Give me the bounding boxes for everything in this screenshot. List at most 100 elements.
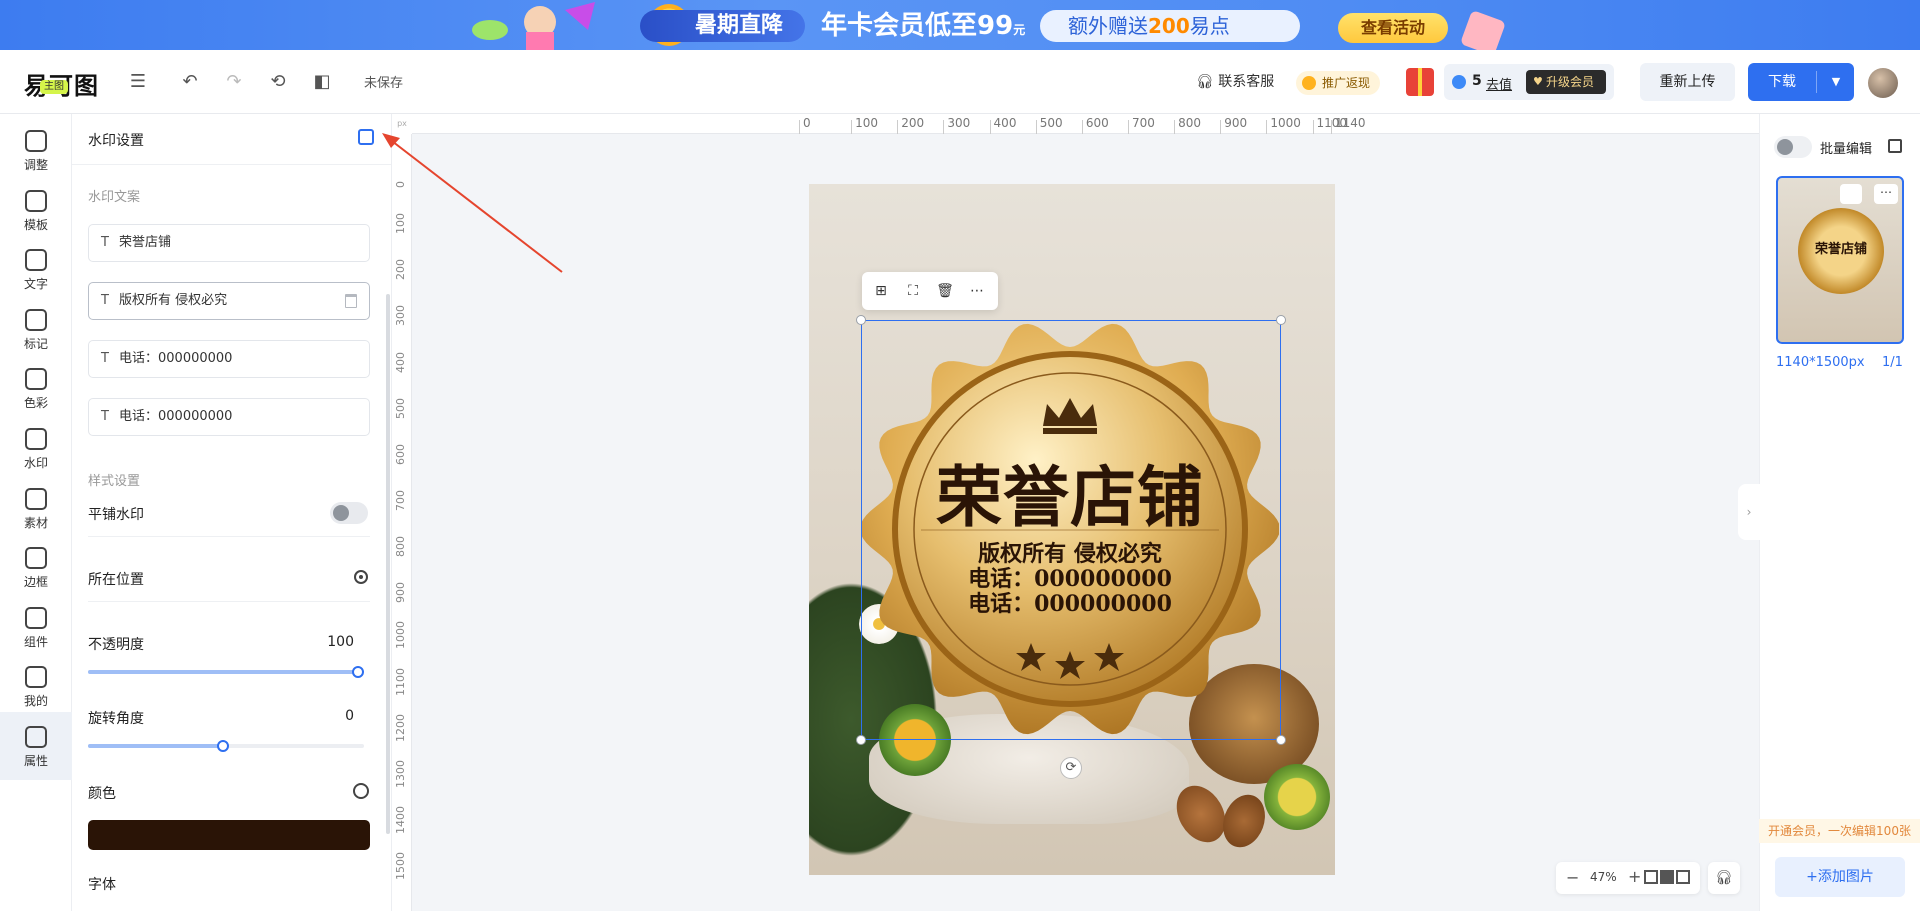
actual-size-icon[interactable] <box>1660 870 1674 884</box>
resize-handle[interactable] <box>1276 315 1286 325</box>
reupload-button[interactable]: 重新上传 <box>1640 63 1735 101</box>
rail-item-text[interactable]: 文字 <box>0 235 72 303</box>
fit-screen-icon[interactable] <box>1644 870 1658 884</box>
tool-rail: 调整模板文字 标记 色彩水印素材边框组件我的属性 <box>0 114 72 911</box>
batch-edit-toggle[interactable] <box>1774 136 1812 158</box>
ruler-tick-label: 300 <box>394 305 407 327</box>
help-headset-icon[interactable]: 🎧︎ <box>1708 862 1740 894</box>
delete-icon[interactable]: 🗑︎ <box>936 282 954 300</box>
tile-watermark-toggle[interactable] <box>330 502 368 524</box>
rail-item-component-cube[interactable]: 组件 <box>0 593 72 661</box>
ruler-tick-label: 1200 <box>394 713 407 742</box>
rotation-value[interactable]: 0 <box>304 708 354 724</box>
palette-icon[interactable] <box>353 783 369 799</box>
opacity-slider[interactable] <box>88 666 364 678</box>
contact-support-link[interactable]: 🎧︎ 联系客服 <box>1196 71 1274 91</box>
more-icon[interactable]: ⋯ <box>968 282 986 300</box>
banner-pill-bonus: 额外赠送200易点 <box>1040 10 1300 42</box>
ruler-tick-label: 700 <box>394 489 407 511</box>
font-label: 字体 <box>88 877 116 893</box>
compare-icon[interactable]: ◧ <box>310 70 334 94</box>
rail-item-sliders[interactable]: 调整 <box>0 116 72 184</box>
material-icon <box>25 487 47 510</box>
upgrade-vip-button[interactable]: 升级会员 <box>1526 70 1606 94</box>
rail-item-label: 组件 <box>23 634 48 649</box>
points-widget: 5 去值 升级会员 <box>1444 64 1614 100</box>
banner-pill-discount: 暑期直降 <box>640 10 805 42</box>
ruler-tick-label: 1000 <box>1266 116 1301 134</box>
rail-item-label: 素材 <box>23 515 48 530</box>
rail-item-template-grid[interactable]: 模板 <box>0 176 72 244</box>
rail-item-label: 模板 <box>23 217 48 232</box>
page-thumbnail[interactable]: 荣誉店铺 ⋯ <box>1776 176 1904 344</box>
banner-pill-annual: 年卡会员低至99元 <box>821 11 1026 41</box>
zoom-out-icon[interactable]: − <box>1566 868 1579 887</box>
target-icon[interactable] <box>354 570 368 584</box>
promo-banner[interactable]: 暑期直降 年卡会员低至99元 额外赠送200易点 查看活动 <box>0 0 1920 50</box>
delete-icon[interactable] <box>345 294 357 308</box>
points-count: 5 <box>1472 73 1482 89</box>
annotation-arrow <box>382 133 563 273</box>
crop-icon[interactable]: ⛶ <box>904 282 922 300</box>
resize-handle[interactable] <box>856 735 866 745</box>
resize-handle[interactable] <box>856 315 866 325</box>
referral-cashback-button[interactable]: 推广返现 <box>1296 71 1381 95</box>
zoom-in-icon[interactable]: + <box>1628 867 1641 886</box>
rail-item-stamp[interactable]: 水印 <box>0 414 72 482</box>
gift-box-icon <box>1459 9 1507 50</box>
copy-page-icon[interactable] <box>1840 184 1862 204</box>
add-image-button[interactable]: +添加图片 <box>1775 857 1905 897</box>
batch-edit-label: 批量编辑 <box>1820 142 1873 157</box>
save-preset-icon[interactable] <box>358 129 374 145</box>
ruler-tick-label: 500 <box>394 397 407 419</box>
vip-batch-note[interactable]: 开通会员，一次编辑100张 <box>1759 819 1920 843</box>
recharge-link[interactable]: 去值 <box>1486 74 1512 93</box>
rail-item-border[interactable]: 边框 <box>0 533 72 601</box>
grid-view-icon[interactable] <box>1888 139 1902 153</box>
slider-thumb[interactable] <box>217 740 229 752</box>
view-campaign-button[interactable]: 查看活动 <box>1338 13 1448 43</box>
palette-icon <box>25 368 47 391</box>
rail-item-user[interactable]: 我的 <box>0 652 72 720</box>
gift-icon[interactable] <box>1406 68 1434 96</box>
zoom-level[interactable]: 47% <box>1590 870 1617 884</box>
slider-thumb[interactable] <box>352 666 364 678</box>
expand-icon[interactable] <box>1676 870 1690 884</box>
watermark-text-item[interactable]: T 版权所有 侵权必究 <box>88 282 370 320</box>
chevron-down-icon[interactable]: ▼ <box>1818 63 1854 101</box>
download-button[interactable]: 下载 ▼ <box>1748 63 1854 101</box>
rail-item-material[interactable]: 素材 <box>0 474 72 542</box>
undo-icon[interactable]: ↶ <box>178 70 202 94</box>
rail-item-label: 属性 <box>23 754 48 768</box>
border-icon <box>25 547 47 570</box>
page-counter: 1/1 <box>1882 355 1903 370</box>
resize-handle[interactable] <box>1276 735 1286 745</box>
avatar[interactable] <box>1868 68 1898 98</box>
ruler-tick-label: 500 <box>1035 116 1063 134</box>
rotation-slider[interactable] <box>88 740 364 752</box>
rail-item-palette[interactable]: 色彩 <box>0 354 72 422</box>
reset-icon[interactable]: ⟲ <box>266 70 290 94</box>
collapse-right-button[interactable]: › <box>1738 484 1760 540</box>
more-icon[interactable]: ⋯ <box>1874 184 1898 204</box>
replace-image-icon[interactable]: ⊞ <box>872 282 890 300</box>
element-toolbar: ⊞ ⛶ 🗑︎ ⋯ <box>862 272 998 310</box>
rail-item-label: 水印 <box>23 456 48 470</box>
rail-item-layers[interactable]: 属性 <box>0 712 72 780</box>
selection-box[interactable] <box>861 320 1281 740</box>
redo-icon[interactable]: ↷ <box>222 70 246 94</box>
ruler-tick-label: 200 <box>897 116 925 134</box>
watermark-text-item[interactable]: T 电话：000000000 <box>88 340 370 378</box>
rotate-handle-icon[interactable]: ⟳ <box>1060 757 1082 779</box>
watermark-settings-panel: 水印设置 水印文案 T 荣誉店铺 T 版权所有 侵权必究 T 电话：000000000… <box>72 114 392 911</box>
ruler-tick-label: 600 <box>394 443 407 465</box>
watermark-text-item[interactable]: T 荣誉店铺 <box>88 224 370 262</box>
menu-icon[interactable]: ☰ <box>126 70 150 94</box>
color-swatch[interactable] <box>88 820 370 850</box>
opacity-value[interactable]: 100 <box>304 634 354 650</box>
panel-scrollbar[interactable] <box>386 294 390 834</box>
text-type-icon: T <box>101 293 109 308</box>
coin-icon <box>1302 76 1316 90</box>
watermark-text-item[interactable]: T 电话：000000000 <box>88 398 370 436</box>
rail-item-mark[interactable]: 标记 <box>0 295 72 363</box>
